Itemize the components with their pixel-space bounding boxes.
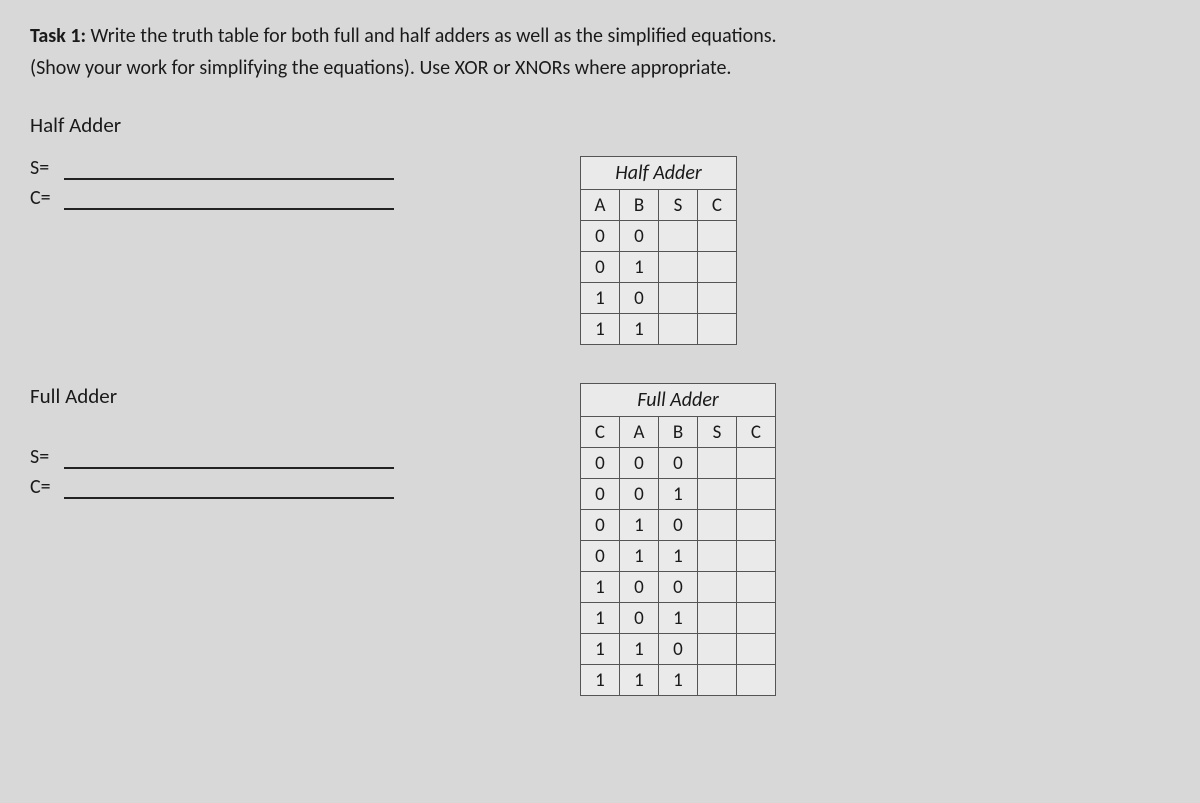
half-c-blank[interactable]: [64, 188, 394, 210]
full-s-label: S=: [30, 445, 64, 469]
half-adder-table: Half Adder A B S C 0 0 0 1 1 0: [580, 156, 737, 345]
col-header: C: [737, 417, 776, 448]
col-header: C: [698, 190, 737, 221]
task-text-2: (Show your work for simplifying the equa…: [30, 56, 731, 80]
table-row: 0 0: [581, 221, 737, 252]
half-c-label: C=: [30, 186, 64, 210]
table-row: 1 1 1: [581, 665, 776, 696]
table-row: 0 0 1: [581, 479, 776, 510]
half-adder-heading: Half Adder: [30, 112, 1170, 138]
table-row: 1 1 0: [581, 634, 776, 665]
full-s-equation: S=: [30, 445, 570, 469]
half-c-equation: C=: [30, 186, 570, 210]
half-s-blank[interactable]: [64, 158, 394, 180]
full-c-label: C=: [30, 475, 64, 499]
half-s-equation: S=: [30, 156, 570, 180]
full-adder-table: Full Adder C A B S C 0 0 0 0 0 1: [580, 383, 776, 696]
table-row: 1 1: [581, 314, 737, 345]
full-s-blank[interactable]: [64, 447, 394, 469]
table-row: 0 1 1: [581, 541, 776, 572]
full-c-equation: C=: [30, 475, 570, 499]
col-header: C: [581, 417, 620, 448]
task-header: Task 1: Write the truth table for both f…: [30, 20, 1170, 84]
col-header: A: [581, 190, 620, 221]
half-s-label: S=: [30, 156, 64, 180]
col-header: A: [620, 417, 659, 448]
task-text-1: Write the truth table for both full and …: [86, 24, 777, 48]
col-header: B: [659, 417, 698, 448]
full-c-blank[interactable]: [64, 477, 394, 499]
table-header-row: A B S C: [581, 190, 737, 221]
table-row: 1 0 0: [581, 572, 776, 603]
half-table-caption: Half Adder: [580, 156, 737, 189]
col-header: S: [659, 190, 698, 221]
table-row: 0 1: [581, 252, 737, 283]
col-header: S: [698, 417, 737, 448]
table-row: 0 0 0: [581, 448, 776, 479]
col-header: B: [620, 190, 659, 221]
table-row: 0 1 0: [581, 510, 776, 541]
table-header-row: C A B S C: [581, 417, 776, 448]
full-adder-heading: Full Adder: [30, 383, 570, 409]
full-table-caption: Full Adder: [580, 383, 776, 416]
table-row: 1 0 1: [581, 603, 776, 634]
task-label: Task 1:: [30, 24, 86, 48]
table-row: 1 0: [581, 283, 737, 314]
